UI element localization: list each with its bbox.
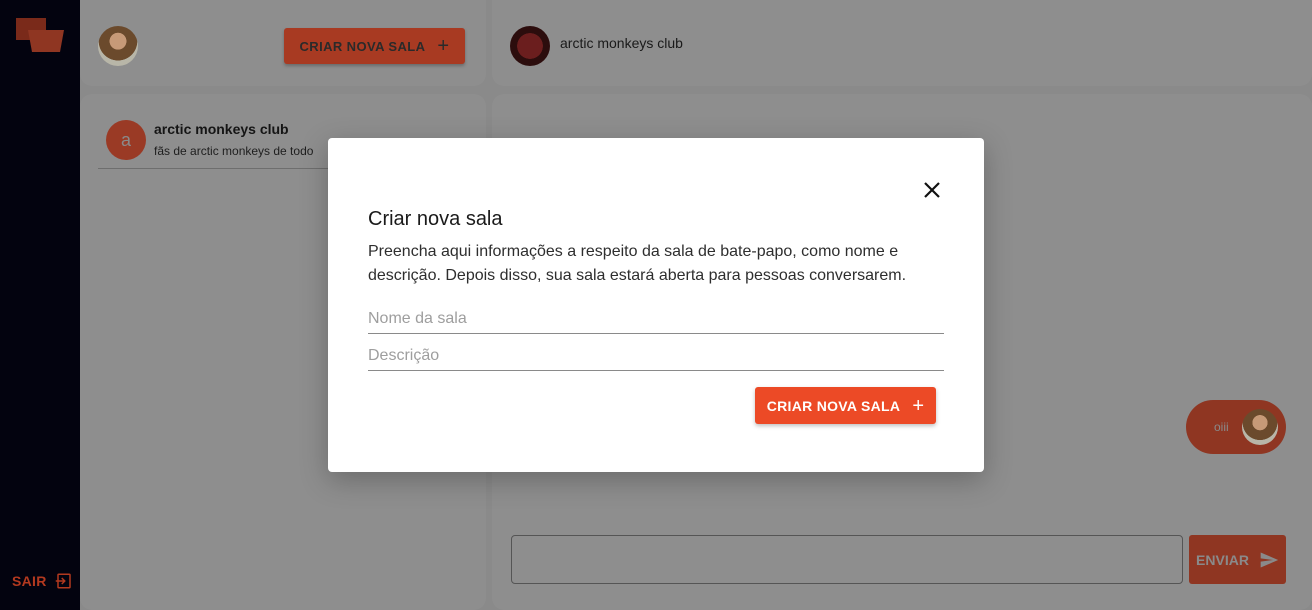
create-room-button[interactable]: CRIAR NOVA SALA + — [284, 28, 465, 64]
user-avatar[interactable] — [98, 26, 138, 66]
message-bubble: oiii — [1186, 400, 1286, 454]
sidebar-header: CRIAR NOVA SALA + — [80, 0, 486, 86]
chat-room-title: arctic monkeys club — [560, 35, 683, 51]
logout-icon — [55, 573, 71, 589]
plus-icon: + — [437, 35, 450, 57]
modal-create-room-button[interactable]: CRIAR NOVA SALA + — [755, 387, 936, 424]
modal-create-label: CRIAR NOVA SALA — [766, 397, 901, 414]
chat-header: arctic monkeys club — [492, 0, 1312, 86]
send-label: ENVIAR — [1196, 551, 1249, 568]
close-icon[interactable] — [920, 178, 944, 202]
room-item-description: fãs de arctic monkeys de todo — [154, 144, 314, 158]
logout-label: SAIR — [12, 573, 47, 589]
send-button[interactable]: ENVIAR — [1189, 535, 1286, 584]
message-input[interactable] — [511, 535, 1183, 584]
message-text: oiii — [1214, 420, 1229, 434]
room-item-title: arctic monkeys club — [154, 121, 289, 137]
room-letter-avatar: a — [106, 120, 146, 160]
room-name-input[interactable] — [368, 304, 944, 334]
create-room-label: CRIAR NOVA SALA — [299, 38, 426, 54]
plus-icon: + — [912, 394, 925, 417]
modal-description: Preencha aqui informações a respeito da … — [368, 243, 907, 284]
app-nav: SAIR — [0, 0, 80, 610]
room-description-input[interactable] — [368, 341, 944, 371]
logo-icon — [16, 18, 64, 52]
message-avatar — [1242, 409, 1278, 445]
logout-button[interactable]: SAIR — [12, 572, 73, 590]
create-room-modal: Criar nova sala Preencha aqui informaçõe… — [328, 138, 984, 472]
modal-title: Criar nova sala — [368, 208, 503, 230]
room-avatar — [510, 26, 550, 66]
send-icon — [1260, 552, 1279, 567]
